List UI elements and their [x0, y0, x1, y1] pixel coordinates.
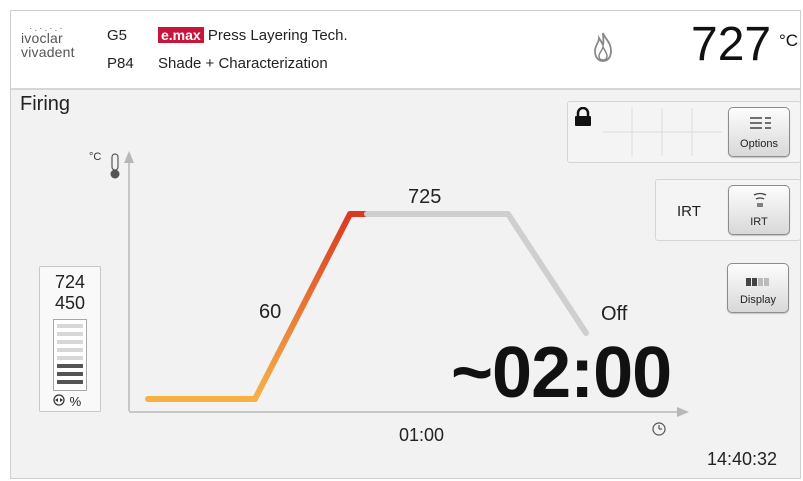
vacuum-gauge[interactable]: 724 450 %: [39, 266, 101, 412]
furnace-screen: ·.·.·.· ivoclar vivadent G5 P84 e.max Pr…: [10, 10, 801, 479]
heating-rate-label: 60: [259, 301, 282, 323]
firing-curve-chart: [110, 151, 689, 436]
timer-icon: [652, 422, 666, 436]
cooling-off-label: Off: [601, 303, 628, 325]
remaining-time: ~02:00: [451, 333, 672, 413]
x-axis-arrow: [677, 407, 689, 417]
gauge-unit: %: [69, 394, 82, 409]
gauge-value-bottom: 450: [54, 293, 86, 313]
vacuum-pump-icon: [52, 394, 70, 409]
y-axis-arrow: [124, 151, 134, 163]
hold-time-label: 01:00: [399, 425, 445, 445]
vacuum-level-bars: [53, 319, 87, 391]
hold-and-cooling-segment: [364, 211, 589, 336]
thermometer-icon: [110, 153, 120, 179]
hold-temperature-label: 725: [408, 186, 442, 208]
y-axis-unit: °C: [89, 151, 102, 163]
gauge-value-top: 724: [54, 272, 86, 292]
clock: 14:40:32: [707, 449, 778, 469]
gauge-percent: %: [52, 394, 81, 409]
